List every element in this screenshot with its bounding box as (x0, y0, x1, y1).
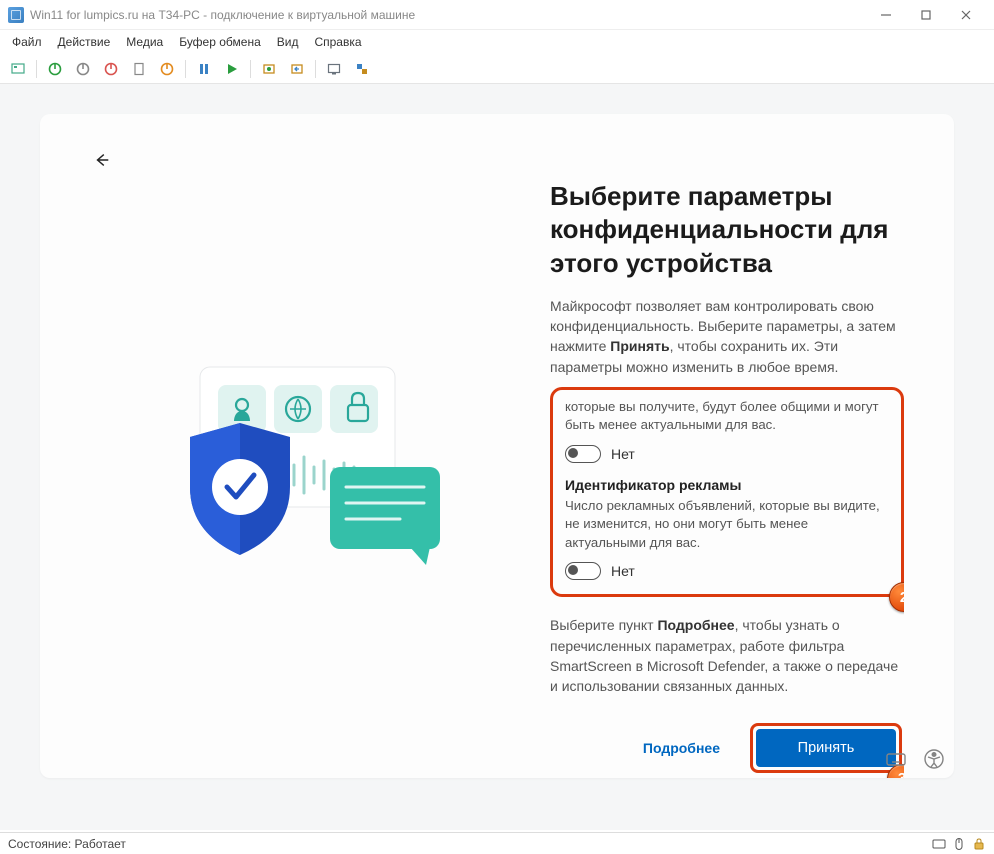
statusbar-lock-icon (972, 837, 986, 851)
ctrl-alt-del-icon[interactable] (6, 57, 30, 81)
close-button[interactable] (946, 0, 986, 29)
learn-more-link[interactable]: Подробнее (643, 740, 720, 756)
checkpoint-icon[interactable] (257, 57, 281, 81)
titlebar: Win11 for lumpics.ru на T34-PC - подключ… (0, 0, 994, 30)
menubar: Файл Действие Медиа Буфер обмена Вид Спр… (0, 30, 994, 54)
intro-text: Майкрософт позволяет вам контролировать … (550, 296, 904, 377)
oobe-panel: Выберите параметры конфиденциальности дл… (40, 114, 954, 778)
pause-icon[interactable] (192, 57, 216, 81)
page-heading: Выберите параметры конфиденциальности дл… (550, 180, 904, 280)
menu-file[interactable]: Файл (4, 32, 50, 52)
accept-button-highlight: Принять 3 (750, 723, 902, 773)
toggle-2-state: Нет (611, 563, 635, 579)
toggle-1-state: Нет (611, 446, 635, 462)
menu-help[interactable]: Справка (306, 32, 369, 52)
illustration-pane (90, 176, 510, 778)
toggle-tailored-experiences[interactable] (565, 445, 601, 463)
setting-1-description: которые вы получите, будут более общими … (565, 398, 891, 435)
settings-pane: Выберите параметры конфиденциальности дл… (550, 176, 904, 778)
accept-button[interactable]: Принять (756, 729, 896, 767)
menu-clipboard[interactable]: Буфер обмена (171, 32, 269, 52)
save-icon[interactable] (127, 57, 151, 81)
back-button[interactable] (90, 148, 114, 172)
statusbar-mouse-icon (952, 837, 966, 851)
vm-display: Выберите параметры конфиденциальности дл… (0, 84, 994, 830)
accessibility-icon[interactable] (924, 749, 944, 774)
resume-icon[interactable] (220, 57, 244, 81)
keyboard-icon[interactable] (886, 749, 906, 774)
statusbar: Состояние: Работает (0, 832, 994, 854)
toggle-advertising-id[interactable] (565, 562, 601, 580)
callout-marker-2: 2 (889, 582, 904, 612)
shutdown-icon[interactable] (99, 57, 123, 81)
enhanced-session-icon[interactable] (322, 57, 346, 81)
footnote-text: Выберите пункт Подробнее, чтобы узнать о… (550, 615, 904, 696)
statusbar-keyboard-icon (932, 837, 946, 851)
toolbar (0, 54, 994, 84)
menu-view[interactable]: Вид (269, 32, 307, 52)
share-icon[interactable] (350, 57, 374, 81)
status-text: Состояние: Работает (8, 837, 126, 851)
reset-icon[interactable] (155, 57, 179, 81)
minimize-button[interactable] (866, 0, 906, 29)
menu-action[interactable]: Действие (50, 32, 119, 52)
setting-2-description: Число рекламных объявлений, которые вы в… (565, 497, 891, 552)
window-title: Win11 for lumpics.ru на T34-PC - подключ… (30, 8, 415, 22)
menu-media[interactable]: Медиа (118, 32, 171, 52)
setting-2-title: Идентификатор рекламы (565, 477, 891, 493)
revert-icon[interactable] (285, 57, 309, 81)
maximize-button[interactable] (906, 0, 946, 29)
app-icon (8, 7, 24, 23)
turnoff-icon[interactable] (71, 57, 95, 81)
start-icon[interactable] (43, 57, 67, 81)
privacy-settings-highlight: которые вы получите, будут более общими … (550, 387, 904, 597)
oobe-corner-icons (886, 749, 944, 774)
